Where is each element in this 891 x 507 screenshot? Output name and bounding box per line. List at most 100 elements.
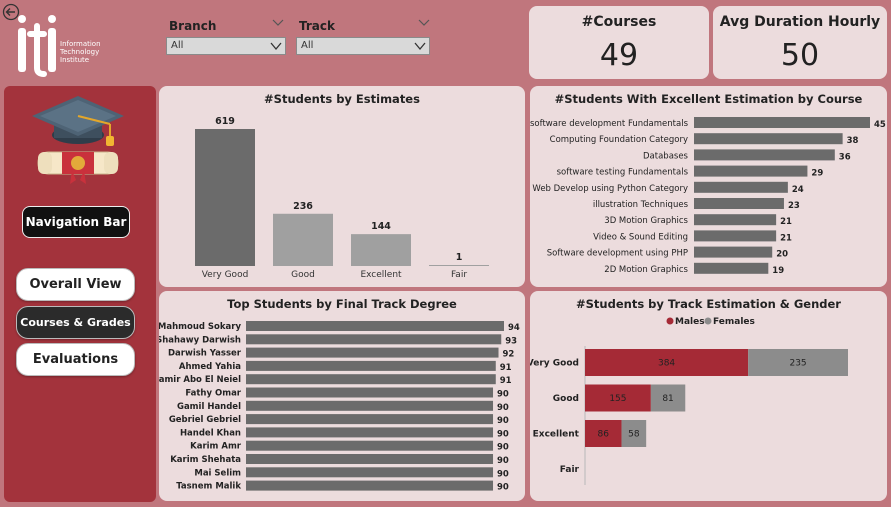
track-collapse-icon[interactable] bbox=[417, 18, 431, 28]
evaluations-button[interactable]: Evaluations bbox=[16, 343, 135, 376]
bar bbox=[694, 214, 777, 226]
category-label: Computing Foundation Category bbox=[550, 135, 688, 145]
category-label: Excellent bbox=[360, 270, 402, 280]
legend-label: Females bbox=[713, 317, 755, 327]
top-students-chart-card: Top Students by Final Track Degree Mahmo… bbox=[159, 291, 525, 501]
category-label: Fathy Omar bbox=[185, 389, 241, 399]
track-select[interactable]: All bbox=[296, 37, 430, 55]
category-label: Gamil Handel bbox=[177, 402, 241, 412]
duration-kpi-card: Avg Duration Hourly 50 bbox=[713, 6, 887, 79]
bar bbox=[246, 334, 502, 345]
data-label: 20 bbox=[776, 250, 788, 260]
category-label: Software development using PHP bbox=[547, 249, 688, 259]
data-label: 90 bbox=[497, 483, 509, 493]
category-label: 3D Motion Graphics bbox=[604, 216, 688, 226]
iti-logo: Information Technology Institute bbox=[14, 12, 124, 78]
category-label: Very Good bbox=[202, 270, 249, 280]
category-label: software testing Fundamentals bbox=[557, 168, 689, 178]
data-label: 144 bbox=[371, 221, 391, 232]
bar bbox=[246, 480, 494, 491]
data-label: 91 bbox=[500, 376, 512, 386]
category-label: software development Fundamentals bbox=[530, 119, 689, 129]
category-label: Fair bbox=[451, 270, 467, 280]
overall-view-button-label: Overall View bbox=[29, 277, 122, 292]
data-label: 94 bbox=[508, 323, 520, 333]
category-label: Web Develop using Python Category bbox=[532, 184, 688, 194]
bar bbox=[246, 321, 504, 331]
legend-label: Males bbox=[675, 317, 705, 327]
chevron-down-icon bbox=[414, 42, 426, 51]
top-students-chart: Mahmoud Sokary 94 Shahawy Darwish 93 Darwish… bbox=[159, 321, 520, 493]
bar bbox=[694, 246, 773, 258]
category-label: Samir Abo El Neiel bbox=[159, 375, 241, 385]
duration-kpi-label: Avg Duration Hourly bbox=[719, 14, 881, 30]
bar bbox=[694, 181, 788, 193]
bar bbox=[246, 400, 494, 411]
data-label: 90 bbox=[497, 390, 509, 400]
duration-kpi-value: 50 bbox=[780, 38, 820, 73]
bar bbox=[429, 265, 489, 266]
estimates-chart: 619 Very Good 236 Good 144 Excellent 1 Fair bbox=[195, 116, 489, 280]
category-label: Databases bbox=[643, 151, 689, 161]
bar bbox=[273, 213, 333, 266]
estimates-chart-card: #Students by Estimates 619 Very Good 236 Go… bbox=[159, 86, 525, 287]
category-label: Video & Sound Editing bbox=[593, 232, 688, 242]
category-label: Very Good bbox=[530, 359, 579, 369]
bar bbox=[246, 427, 494, 438]
category-label: Handel Khan bbox=[180, 428, 241, 438]
category-label: Good bbox=[553, 394, 579, 404]
overall-view-button[interactable]: Overall View bbox=[16, 268, 135, 301]
courses-kpi-label: #Courses bbox=[581, 14, 657, 30]
category-label: 2D Motion Graphics bbox=[604, 265, 688, 275]
data-label: 90 bbox=[497, 429, 509, 439]
category-label: Mai Selim bbox=[194, 468, 241, 478]
branch-filter-label: Branch bbox=[169, 19, 217, 33]
track-gender-chart-card: #Students by Track Estimation & Gender M… bbox=[530, 291, 887, 501]
data-label: 91 bbox=[500, 363, 512, 373]
navigation-bar-title-text: Navigation Bar bbox=[25, 215, 127, 229]
data-label: 236 bbox=[293, 201, 313, 212]
bar bbox=[351, 234, 411, 266]
data-label: 38 bbox=[847, 136, 859, 146]
data-label: 81 bbox=[662, 394, 673, 404]
category-label: Tasnem Malik bbox=[176, 482, 241, 492]
data-label: 235 bbox=[789, 359, 806, 369]
bar bbox=[246, 374, 496, 385]
data-label: 45 bbox=[874, 120, 886, 130]
category-label: Ahmed Yahia bbox=[179, 362, 241, 372]
category-label: Shahawy Darwish bbox=[159, 335, 241, 345]
branch-select[interactable]: All bbox=[166, 37, 286, 55]
data-label: 21 bbox=[780, 217, 792, 227]
data-label: 93 bbox=[505, 336, 517, 346]
data-label: 90 bbox=[497, 456, 509, 466]
data-label: 24 bbox=[792, 185, 804, 195]
bar bbox=[246, 414, 494, 425]
bar bbox=[246, 467, 494, 478]
data-label: 90 bbox=[497, 403, 509, 413]
bar bbox=[694, 262, 769, 274]
branch-select-value: All bbox=[171, 40, 184, 51]
data-label: 619 bbox=[215, 116, 235, 127]
category-label: Mahmoud Sokary bbox=[159, 322, 241, 332]
bar bbox=[246, 360, 496, 371]
legend-swatch bbox=[666, 317, 674, 325]
bar bbox=[694, 198, 784, 209]
courses-grades-button[interactable]: Courses & Grades bbox=[16, 306, 135, 339]
bar bbox=[246, 347, 499, 358]
excellent-course-chart-card: #Students With Excellent Estimation by C… bbox=[530, 86, 887, 287]
category-label: Gebriel Gebriel bbox=[169, 415, 241, 425]
data-label: 1 bbox=[456, 252, 463, 263]
category-label: Excellent bbox=[533, 430, 580, 440]
bar bbox=[694, 133, 843, 145]
excellent-course-chart: software development Fundamentals 45 Compu… bbox=[530, 117, 886, 276]
bar bbox=[694, 230, 777, 242]
category-label: Karim Amr bbox=[190, 442, 242, 452]
bar bbox=[195, 129, 255, 266]
category-label: Karim Shehata bbox=[170, 455, 241, 465]
courses-kpi-card: #Courses 49 bbox=[529, 6, 709, 79]
evaluations-button-label: Evaluations bbox=[32, 352, 119, 367]
category-label: illustration Techniques bbox=[593, 200, 689, 210]
branch-collapse-icon[interactable] bbox=[271, 18, 285, 28]
graduation-cap-diploma-icon bbox=[32, 96, 124, 184]
bar bbox=[246, 440, 494, 451]
